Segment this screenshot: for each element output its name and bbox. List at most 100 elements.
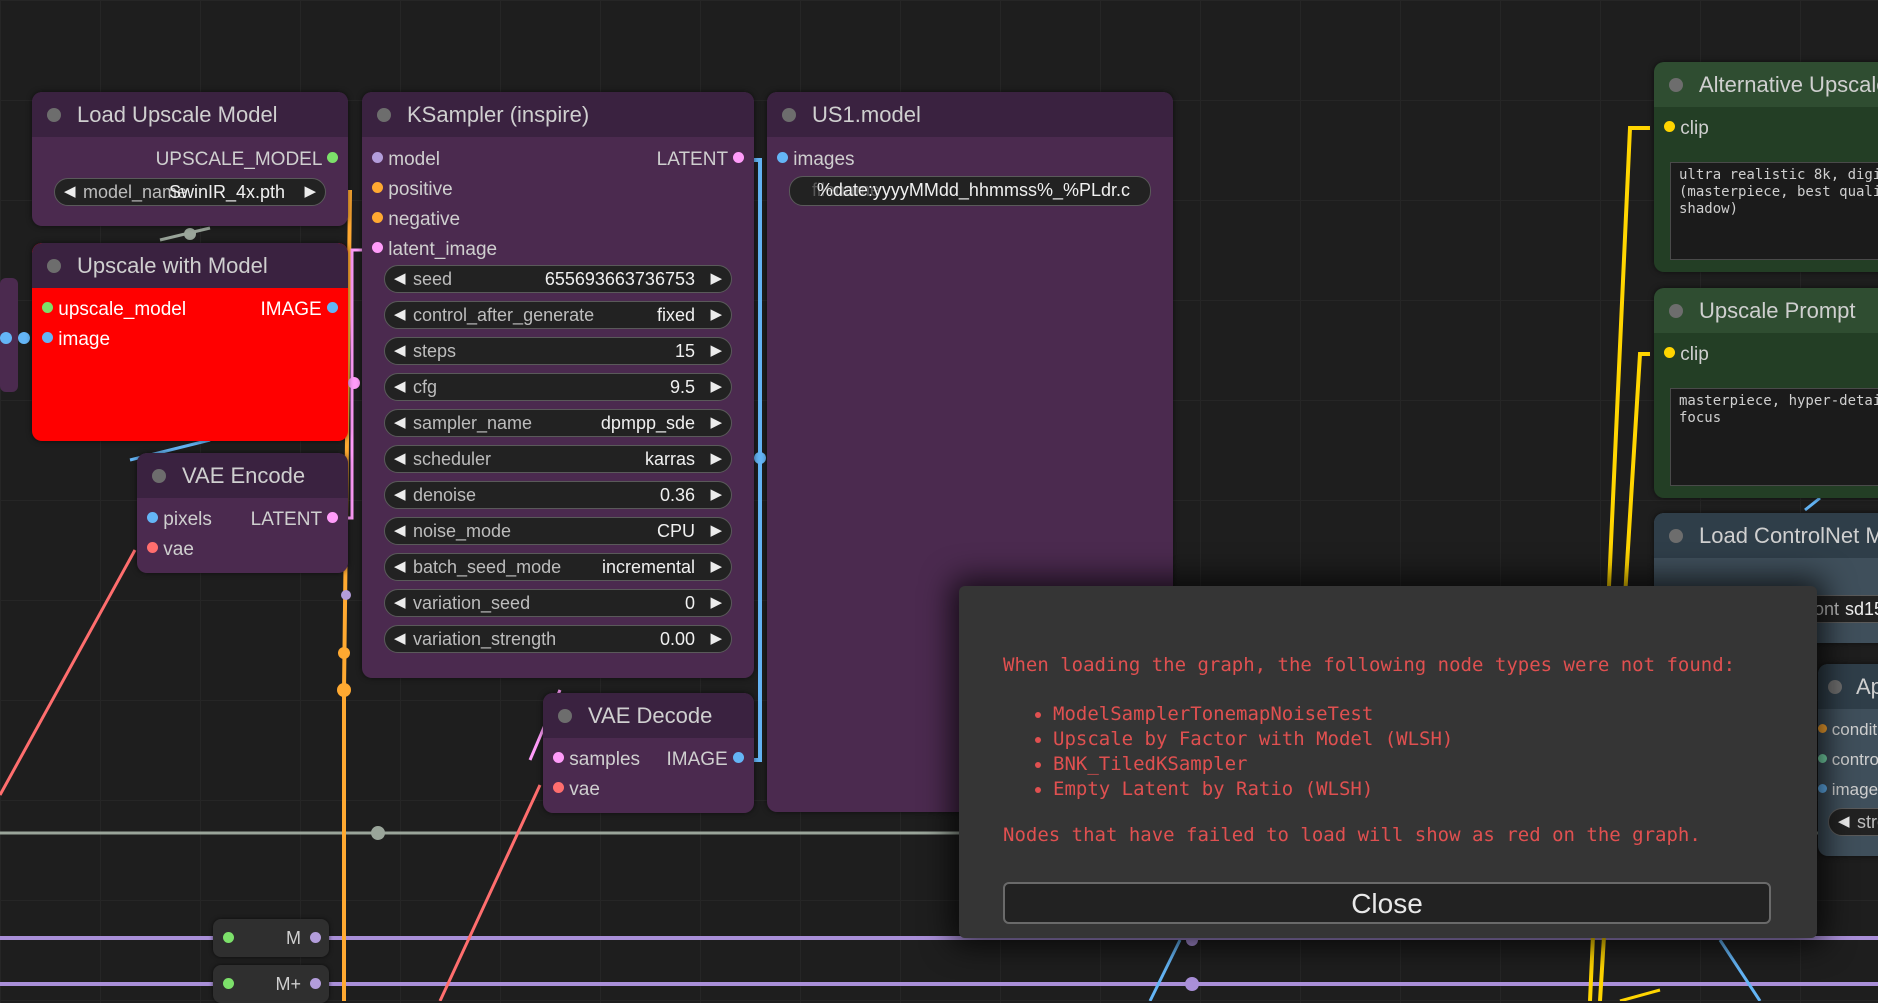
output-slot[interactable]: IMAGE — [666, 749, 744, 771]
node-ksampler-inspire[interactable]: KSampler (inspire) model positive negati… — [362, 92, 754, 678]
input-pin-icon[interactable] — [1818, 724, 1827, 734]
collapse-dot-icon[interactable] — [1669, 529, 1683, 543]
input-slot[interactable]: contro — [1818, 750, 1878, 770]
arrow-right-icon[interactable]: ▶ — [710, 338, 722, 364]
node-upscale-prompt[interactable]: Upscale Prompt clip masterpiece, hyper-d… — [1654, 288, 1878, 498]
input-pin-icon[interactable] — [1818, 754, 1827, 764]
input-slot-positive[interactable]: positive — [372, 179, 453, 201]
arrow-left-icon[interactable]: ◀ — [394, 302, 406, 328]
input-pin-icon[interactable] — [372, 152, 383, 164]
arrow-left-icon[interactable]: ◀ — [394, 410, 406, 436]
collapse-dot-icon[interactable] — [152, 469, 166, 483]
node-title[interactable]: Alternative Upscale — [1654, 62, 1878, 107]
arrow-right-icon[interactable]: ▶ — [710, 482, 722, 508]
close-button[interactable]: Close — [1003, 882, 1771, 924]
input-pin-icon[interactable] — [777, 152, 788, 164]
input-pin-icon[interactable] — [223, 932, 234, 943]
output-pin-icon[interactable] — [327, 512, 338, 524]
node-title[interactable]: US1.model — [767, 92, 1173, 137]
node-title[interactable]: VAE Decode — [543, 693, 754, 738]
arrow-left-icon[interactable]: ◀ — [394, 554, 406, 580]
input-slot[interactable]: clip — [1664, 344, 1709, 366]
arrow-right-icon[interactable]: ▶ — [710, 410, 722, 436]
input-pin-icon[interactable] — [147, 512, 158, 524]
widget-seed[interactable]: ◀ seed 655693663736753 ▶ — [384, 265, 732, 293]
input-slot-latent-image[interactable]: latent_image — [372, 239, 497, 261]
output-pin-icon[interactable] — [733, 752, 744, 764]
arrow-right-icon[interactable]: ▶ — [710, 266, 722, 292]
collapse-dot-icon[interactable] — [47, 108, 61, 122]
collapse-dot-icon[interactable] — [1828, 680, 1842, 694]
widget-variation-seed[interactable]: ◀ variation_seed 0 ▶ — [384, 589, 732, 617]
input-pin-icon[interactable] — [1664, 121, 1675, 133]
input-slot[interactable]: upscale_model — [42, 299, 186, 321]
input-pin-icon[interactable] — [372, 182, 383, 194]
arrow-left-icon[interactable]: ◀ — [394, 518, 406, 544]
arrow-left-icon[interactable]: ◀ — [394, 482, 406, 508]
output-slot[interactable]: UPSCALE_MODEL — [156, 149, 338, 171]
arrow-left-icon[interactable]: ◀ — [394, 338, 406, 364]
widget-variation-strength[interactable]: ◀ variation_strength 0.00 ▶ — [384, 625, 732, 653]
input-slot-negative[interactable]: negative — [372, 209, 460, 231]
node-title[interactable]: App — [1818, 664, 1878, 709]
arrow-right-icon[interactable]: ▶ — [710, 554, 722, 580]
arrow-right-icon[interactable]: ▶ — [710, 590, 722, 616]
arrow-right-icon[interactable]: ▶ — [304, 179, 316, 205]
input-pin-icon[interactable] — [553, 752, 564, 764]
arrow-right-icon[interactable]: ▶ — [710, 302, 722, 328]
widget-control-after-generate[interactable]: ◀ control_after_generate fixed ▶ — [384, 301, 732, 329]
output-pin-icon[interactable] — [733, 152, 744, 164]
widget-scheduler[interactable]: ◀ scheduler karras ▶ — [384, 445, 732, 473]
widget-noise-mode[interactable]: ◀ noise_mode CPU ▶ — [384, 517, 732, 545]
arrow-left-icon[interactable]: ◀ — [394, 446, 406, 472]
output-slot[interactable]: IMAGE — [260, 299, 338, 321]
input-slot-model[interactable]: model — [372, 149, 440, 171]
reroute-node-mplus[interactable]: M+ — [213, 965, 329, 1003]
arrow-right-icon[interactable]: ▶ — [710, 626, 722, 652]
input-pin-icon[interactable] — [42, 302, 53, 314]
node-vae-decode[interactable]: VAE Decode samples vae IMAGE — [543, 693, 754, 813]
node-alternative-upscale[interactable]: Alternative Upscale clip ultra realistic… — [1654, 62, 1878, 272]
node-title[interactable]: Upscale Prompt — [1654, 288, 1878, 333]
input-slot[interactable]: vae — [147, 539, 194, 561]
output-pin-icon[interactable] — [327, 302, 338, 314]
arrow-left-icon[interactable]: ◀ — [394, 266, 406, 292]
output-pin-icon[interactable] — [327, 152, 338, 164]
output-slot[interactable]: LATENT — [251, 509, 338, 531]
input-slot[interactable]: clip — [1664, 118, 1709, 140]
arrow-left-icon[interactable]: ◀ — [64, 179, 76, 205]
output-slot[interactable]: LATENT — [657, 149, 744, 171]
collapse-dot-icon[interactable] — [47, 259, 61, 273]
input-pin-icon[interactable] — [223, 978, 234, 989]
collapse-dot-icon[interactable] — [1669, 304, 1683, 318]
node-title[interactable]: KSampler (inspire) — [362, 92, 754, 137]
collapse-dot-icon[interactable] — [1669, 78, 1683, 92]
prompt-textarea[interactable]: masterpiece, hyper-detaile focus — [1670, 388, 1878, 486]
widget-denoise[interactable]: ◀ denoise 0.36 ▶ — [384, 481, 732, 509]
input-slot[interactable]: image — [42, 329, 110, 351]
widget-sampler-name[interactable]: ◀ sampler_name dpmpp_sde ▶ — [384, 409, 732, 437]
reroute-node-m[interactable]: M — [213, 919, 329, 957]
collapse-dot-icon[interactable] — [782, 108, 796, 122]
arrow-right-icon[interactable]: ▶ — [710, 374, 722, 400]
output-pin-icon[interactable] — [310, 932, 321, 943]
input-pin-icon[interactable] — [1664, 347, 1675, 359]
widget-steps[interactable]: ◀ steps 15 ▶ — [384, 337, 732, 365]
input-slot[interactable]: pixels — [147, 509, 212, 531]
node-upscale-with-model[interactable]: Upscale with Model upscale_model image I… — [32, 243, 348, 441]
input-slot[interactable]: condit — [1818, 720, 1877, 740]
node-title[interactable]: VAE Encode — [137, 453, 348, 498]
input-pin-icon[interactable] — [372, 212, 383, 224]
arrow-left-icon[interactable]: ◀ — [394, 374, 406, 400]
output-pin-icon[interactable] — [310, 978, 321, 989]
input-slot[interactable]: images — [777, 149, 855, 171]
node-load-upscale-model[interactable]: Load Upscale Model UPSCALE_MODEL ◀ model… — [32, 92, 348, 226]
input-pin-icon[interactable] — [147, 542, 158, 554]
arrow-right-icon[interactable]: ▶ — [710, 446, 722, 472]
input-slot[interactable]: samples — [553, 749, 640, 771]
input-pin-icon[interactable] — [42, 332, 53, 344]
input-pin-icon[interactable] — [1818, 784, 1827, 794]
input-slot[interactable]: vae — [553, 779, 600, 801]
arrow-left-icon[interactable]: ◀ — [1838, 809, 1850, 835]
input-slot[interactable]: image — [1818, 780, 1878, 800]
